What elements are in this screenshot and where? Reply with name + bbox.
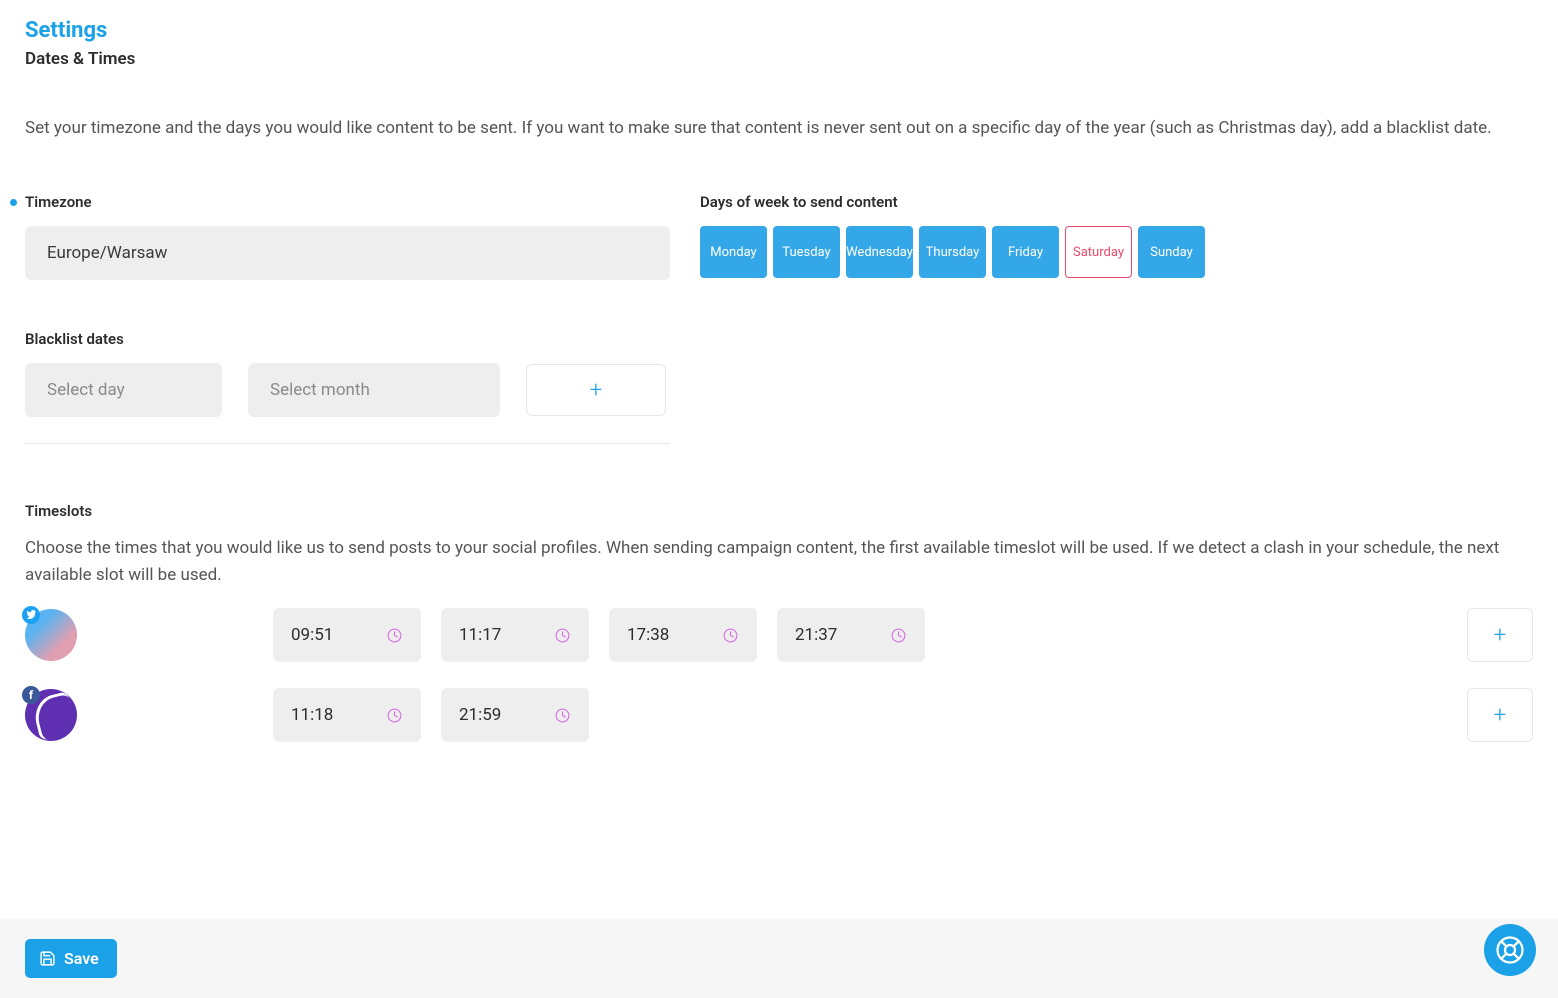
divider — [25, 443, 670, 444]
days-row: Monday Tuesday Wednesday Thursday Friday… — [700, 226, 1533, 278]
facebook-icon: f — [22, 686, 40, 704]
avatar: f — [25, 689, 77, 741]
blacklist-label: Blacklist dates — [25, 330, 1533, 348]
timeslot-value: 11:18 — [291, 705, 333, 725]
timeslot-profile-row: f 11:18 21:59 + — [25, 688, 1533, 742]
timeslot-button[interactable]: 17:38 — [609, 608, 757, 662]
clock-icon — [554, 707, 571, 724]
twitter-icon — [22, 606, 40, 624]
save-icon — [39, 950, 56, 967]
timeslot-value: 09:51 — [291, 625, 333, 645]
timeslot-button[interactable]: 11:17 — [441, 608, 589, 662]
timeslot-button[interactable]: 21:37 — [777, 608, 925, 662]
clock-icon — [722, 627, 739, 644]
blacklist-day-select[interactable]: Select day — [25, 363, 222, 417]
timeslot-profile-row: 09:51 11:17 17:38 21:37 + — [25, 608, 1533, 662]
settings-page: Settings Dates & Times Set your timezone… — [0, 0, 1558, 798]
timeslot-value: 11:17 — [459, 625, 501, 645]
save-label: Save — [64, 949, 99, 968]
blacklist-month-select[interactable]: Select month — [248, 363, 500, 417]
blacklist-add-button[interactable]: + — [526, 364, 666, 416]
page-subtitle: Dates & Times — [25, 49, 1533, 69]
clock-icon — [890, 627, 907, 644]
blacklist-row: Select day Select month + — [25, 363, 1533, 417]
day-button-friday[interactable]: Friday — [992, 226, 1059, 278]
clock-icon — [386, 627, 403, 644]
timeslots-description: Choose the times that you would like us … — [25, 535, 1533, 588]
day-button-wednesday[interactable]: Wednesday — [846, 226, 913, 278]
timeslot-button[interactable]: 21:59 — [441, 688, 589, 742]
intro-text: Set your timezone and the days you would… — [25, 115, 1533, 141]
avatar — [25, 609, 77, 661]
day-button-monday[interactable]: Monday — [700, 226, 767, 278]
help-button[interactable] — [1484, 924, 1536, 976]
timeslot-button[interactable]: 11:18 — [273, 688, 421, 742]
clock-icon — [554, 627, 571, 644]
days-of-week-label: Days of week to send content — [700, 193, 1533, 211]
add-timeslot-button[interactable]: + — [1467, 608, 1533, 662]
timeslot-value: 21:37 — [795, 625, 837, 645]
footer-bar: Save — [0, 919, 1558, 998]
save-button[interactable]: Save — [25, 939, 117, 978]
day-button-thursday[interactable]: Thursday — [919, 226, 986, 278]
timezone-input[interactable] — [25, 226, 670, 280]
day-button-saturday[interactable]: Saturday — [1065, 226, 1132, 278]
timeslots-label: Timeslots — [25, 502, 1533, 520]
life-ring-icon — [1495, 935, 1525, 965]
timeslot-value: 21:59 — [459, 705, 501, 725]
clock-icon — [386, 707, 403, 724]
day-button-tuesday[interactable]: Tuesday — [773, 226, 840, 278]
page-title: Settings — [25, 18, 1533, 43]
timeslot-value: 17:38 — [627, 625, 669, 645]
add-timeslot-button[interactable]: + — [1467, 688, 1533, 742]
day-button-sunday[interactable]: Sunday — [1138, 226, 1205, 278]
timezone-label: Timezone — [25, 193, 670, 211]
timeslot-button[interactable]: 09:51 — [273, 608, 421, 662]
